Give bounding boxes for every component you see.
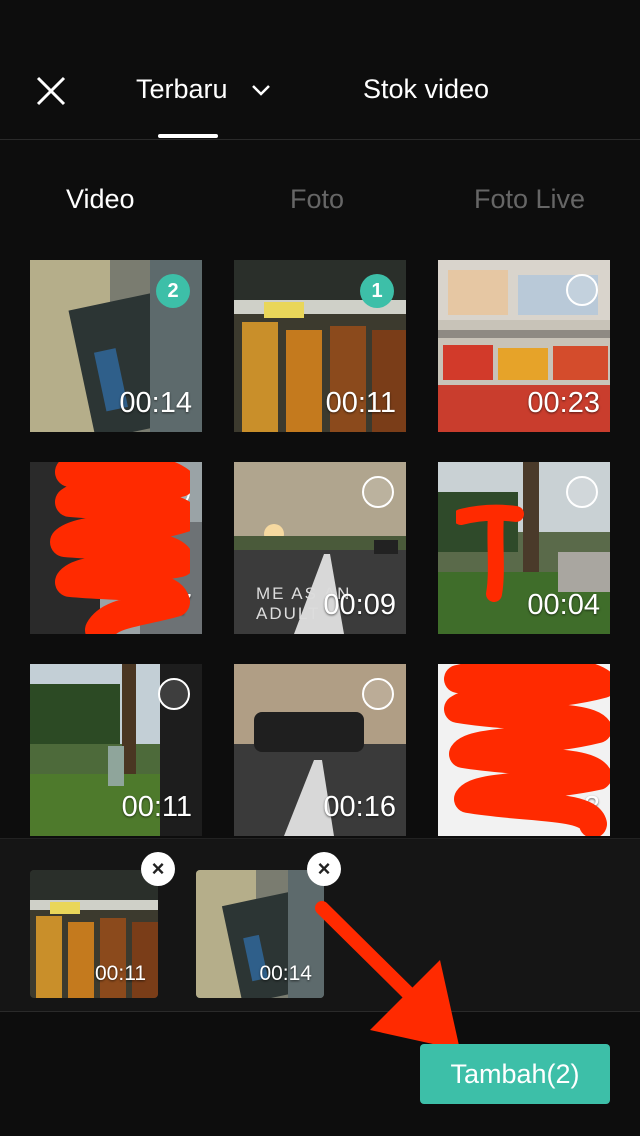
- remove-selected-button[interactable]: ×: [141, 852, 175, 886]
- media-tile[interactable]: 00:16: [234, 664, 406, 836]
- selection-order-badge: 2: [156, 274, 190, 308]
- media-tile[interactable]: 00:23: [438, 260, 610, 432]
- video-duration: 00:11: [121, 791, 192, 823]
- selected-duration: 00:11: [95, 962, 146, 985]
- close-icon[interactable]: [30, 70, 72, 112]
- red-annotation-arrow: [315, 901, 460, 1050]
- subtab-foto[interactable]: Foto: [290, 184, 344, 215]
- selected-item[interactable]: 00:11: [30, 870, 158, 998]
- media-tile[interactable]: ME AS AN ADULT 00:09: [234, 462, 406, 634]
- subtab-video[interactable]: Video: [66, 184, 135, 215]
- media-tile[interactable]: 3: [438, 664, 610, 836]
- active-tab-indicator: [158, 134, 218, 138]
- media-tile[interactable]: 2 00:14: [30, 260, 202, 432]
- red-scribble-redaction: [444, 664, 610, 836]
- subtab-foto-live[interactable]: Foto Live: [474, 184, 585, 215]
- select-circle[interactable]: [362, 476, 394, 508]
- selection-order-badge: 1: [360, 274, 394, 308]
- media-tile[interactable]: :07: [30, 462, 202, 634]
- select-circle[interactable]: [158, 678, 190, 710]
- media-tile[interactable]: 1 00:11: [234, 260, 406, 432]
- select-circle[interactable]: [362, 678, 394, 710]
- red-scribble-redaction: [50, 462, 190, 634]
- top-bar: Terbaru Stok video: [0, 0, 640, 140]
- video-duration: 00:14: [119, 387, 192, 419]
- media-tile[interactable]: 00:11: [30, 664, 202, 836]
- chevron-down-icon[interactable]: [250, 82, 272, 98]
- video-duration: 00:11: [325, 387, 396, 419]
- video-duration: 00:09: [323, 589, 396, 621]
- select-circle[interactable]: [566, 274, 598, 306]
- add-button[interactable]: Tambah(2): [420, 1044, 610, 1104]
- video-duration: 00:04: [527, 589, 600, 621]
- video-duration: 00:16: [323, 791, 396, 823]
- tab-stok-video[interactable]: Stok video: [363, 74, 489, 105]
- select-circle[interactable]: [566, 476, 598, 508]
- media-tile[interactable]: 00:04: [438, 462, 610, 634]
- remove-selected-button[interactable]: ×: [307, 852, 341, 886]
- tab-terbaru[interactable]: Terbaru: [136, 74, 228, 105]
- red-scribble-redaction: [456, 504, 524, 602]
- video-duration: 00:23: [527, 387, 600, 419]
